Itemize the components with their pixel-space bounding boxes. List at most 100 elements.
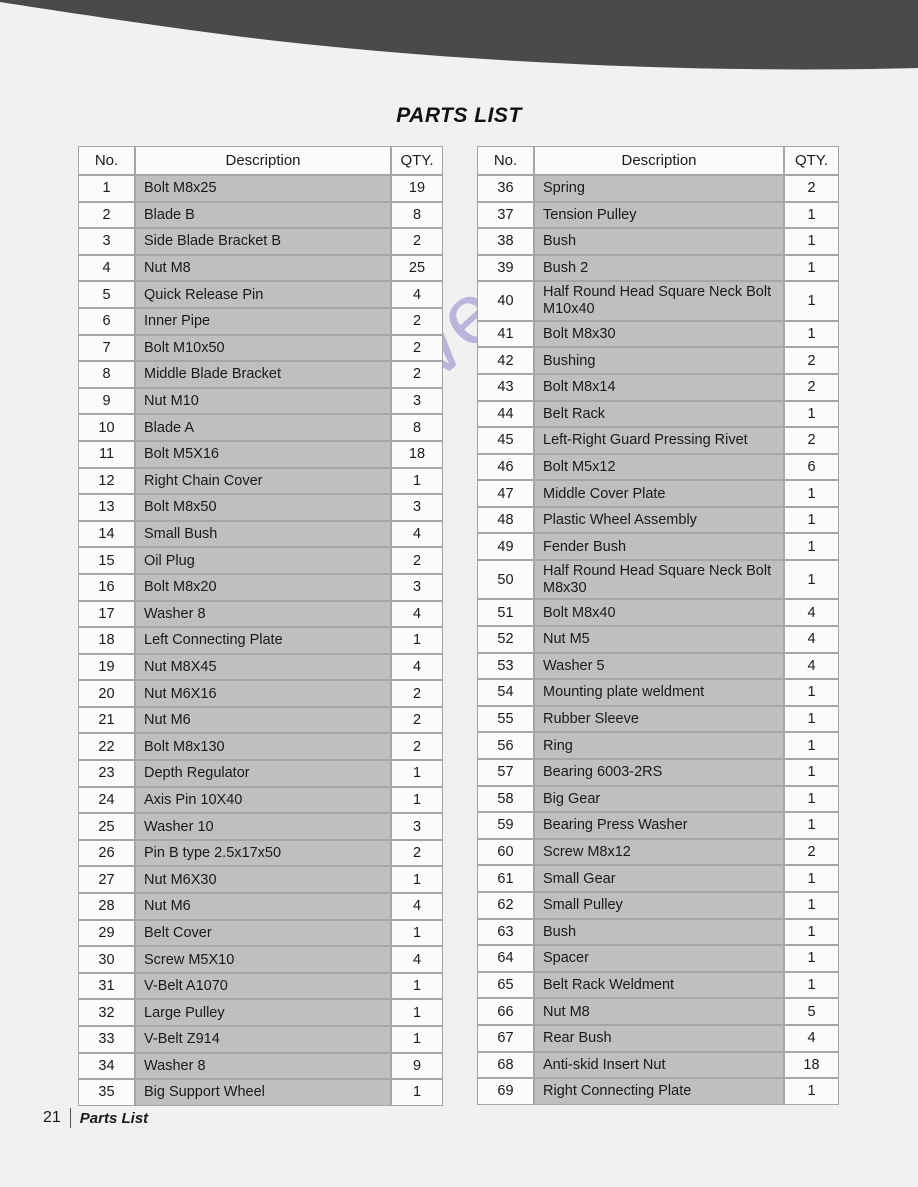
cell-quantity: 2 — [391, 334, 443, 362]
cell-part-number: 30 — [78, 946, 135, 973]
cell-quantity: 2 — [391, 361, 443, 388]
cell-description: Screw M5X10 — [135, 946, 391, 973]
table-row: 9 Nut M10 3 — [78, 387, 443, 415]
cell-description: Small Gear — [534, 865, 784, 892]
cell-description: Small Pulley — [534, 891, 784, 919]
cell-part-number: 44 — [477, 400, 534, 428]
cell-description: Spring — [534, 175, 784, 202]
cell-quantity: 1 — [784, 201, 839, 229]
cell-description: Axis Pin 10X40 — [135, 786, 391, 814]
cell-description: Nut M10 — [135, 387, 391, 415]
cell-part-number: 57 — [477, 758, 534, 786]
cell-quantity: 1 — [391, 760, 443, 787]
cell-part-number: 7 — [78, 334, 135, 362]
table-row: 45 Left-Right Guard Pressing Rivet 2 — [477, 427, 839, 454]
column-header-description: Description — [534, 146, 784, 175]
table-row: 25 Washer 10 3 — [78, 813, 443, 840]
cell-part-number: 58 — [477, 785, 534, 813]
cell-description: Plastic Wheel Assembly — [534, 506, 784, 534]
table-row: 59 Bearing Press Washer 1 — [477, 812, 839, 839]
cell-quantity: 1 — [391, 786, 443, 814]
cell-part-number: 63 — [477, 918, 534, 946]
cell-part-number: 66 — [477, 998, 534, 1025]
cell-part-number: 31 — [78, 972, 135, 1000]
cell-quantity: 1 — [784, 320, 839, 348]
cell-quantity: 4 — [391, 520, 443, 548]
cell-part-number: 39 — [477, 254, 534, 282]
cell-quantity: 1 — [391, 1079, 443, 1106]
cell-quantity: 1 — [391, 627, 443, 654]
cell-description: Nut M5 — [534, 626, 784, 653]
cell-part-number: 12 — [78, 467, 135, 495]
cell-quantity: 2 — [391, 839, 443, 867]
cell-part-number: 32 — [78, 999, 135, 1026]
table-row: 19 Nut M8X45 4 — [78, 653, 443, 681]
cell-quantity: 3 — [391, 573, 443, 601]
cell-quantity: 6 — [784, 453, 839, 481]
cell-description: Bush — [534, 918, 784, 946]
table-row: 40 Half Round Head Square Neck Bolt M10x4… — [477, 281, 839, 321]
cell-description: Blade B — [135, 201, 391, 229]
cell-part-number: 23 — [78, 760, 135, 787]
cell-quantity: 2 — [391, 733, 443, 761]
table-row: 48 Plastic Wheel Assembly 1 — [477, 506, 839, 534]
table-row: 17 Washer 84 — [78, 600, 443, 628]
table-body-left: 1 Bolt M8x25 19 2 Blade B 8 3 Side Blade Bracke… — [78, 175, 443, 1106]
cell-quantity: 3 — [391, 813, 443, 840]
cell-description: Side Blade Bracket B — [135, 228, 391, 255]
cell-quantity: 4 — [391, 946, 443, 973]
table-row: 20 Nut M6X16 2 — [78, 680, 443, 707]
parts-table-right: No. Description QTY. 36 Spring 2 37 Tension … — [477, 146, 839, 1105]
table-row: 41 Bolt M8x30 1 — [477, 320, 839, 348]
cell-quantity: 3 — [391, 494, 443, 521]
cell-part-number: 47 — [477, 480, 534, 507]
cell-part-number: 4 — [78, 254, 135, 282]
cell-quantity: 8 — [391, 201, 443, 229]
cell-quantity: 1 — [784, 560, 839, 600]
table-row: 14 Small Bush 4 — [78, 520, 443, 548]
cell-description: Depth Regulator — [135, 760, 391, 787]
cell-description: Middle Cover Plate — [534, 480, 784, 507]
cell-quantity: 2 — [784, 347, 839, 374]
cell-description: Nut M6 — [135, 706, 391, 734]
cell-description: Belt Cover — [135, 919, 391, 947]
cell-part-number: 8 — [78, 361, 135, 388]
cell-part-number: 10 — [78, 414, 135, 441]
cell-description: Middle Blade Bracket — [135, 361, 391, 388]
cell-quantity: 1 — [391, 467, 443, 495]
cell-part-number: 5 — [78, 281, 135, 308]
cell-description: Spacer — [534, 945, 784, 972]
cell-description: Left Connecting Plate — [135, 627, 391, 654]
cell-quantity: 1 — [784, 506, 839, 534]
cell-description: Washer 8 — [135, 1052, 391, 1080]
table-row: 31 V-Belt A1070 1 — [78, 972, 443, 1000]
table-row: 55 Rubber Sleeve 1 — [477, 705, 839, 733]
cell-part-number: 34 — [78, 1052, 135, 1080]
cell-description: Nut M6X30 — [135, 866, 391, 894]
cell-part-number: 42 — [477, 347, 534, 374]
column-header-description: Description — [135, 146, 391, 175]
cell-part-number: 60 — [477, 838, 534, 866]
cell-part-number: 61 — [477, 865, 534, 892]
cell-quantity: 1 — [391, 919, 443, 947]
cell-description: Bolt M8x130 — [135, 733, 391, 761]
table-row: 5 Quick Release Pin 4 — [78, 281, 443, 308]
table-row: 12 Right Chain Cover 1 — [78, 467, 443, 495]
cell-part-number: 62 — [477, 891, 534, 919]
cell-part-number: 41 — [477, 320, 534, 348]
cell-quantity: 25 — [391, 254, 443, 282]
table-row: 36 Spring 2 — [477, 175, 839, 202]
cell-description: Half Round Head Square Neck Bolt M10x40 — [534, 281, 784, 321]
cell-description: Right Chain Cover — [135, 467, 391, 495]
cell-description: Quick Release Pin — [135, 281, 391, 308]
cell-part-number: 49 — [477, 533, 534, 561]
table-row: 34 Washer 89 — [78, 1052, 443, 1080]
cell-quantity: 1 — [784, 400, 839, 428]
cell-quantity: 1 — [784, 679, 839, 706]
cell-part-number: 53 — [477, 652, 534, 680]
cell-quantity: 2 — [391, 547, 443, 574]
cell-description: Large Pulley — [135, 999, 391, 1026]
table-row: 30 Screw M5X10 4 — [78, 946, 443, 973]
cell-part-number: 38 — [477, 228, 534, 255]
cell-description: Nut M6X16 — [135, 680, 391, 707]
